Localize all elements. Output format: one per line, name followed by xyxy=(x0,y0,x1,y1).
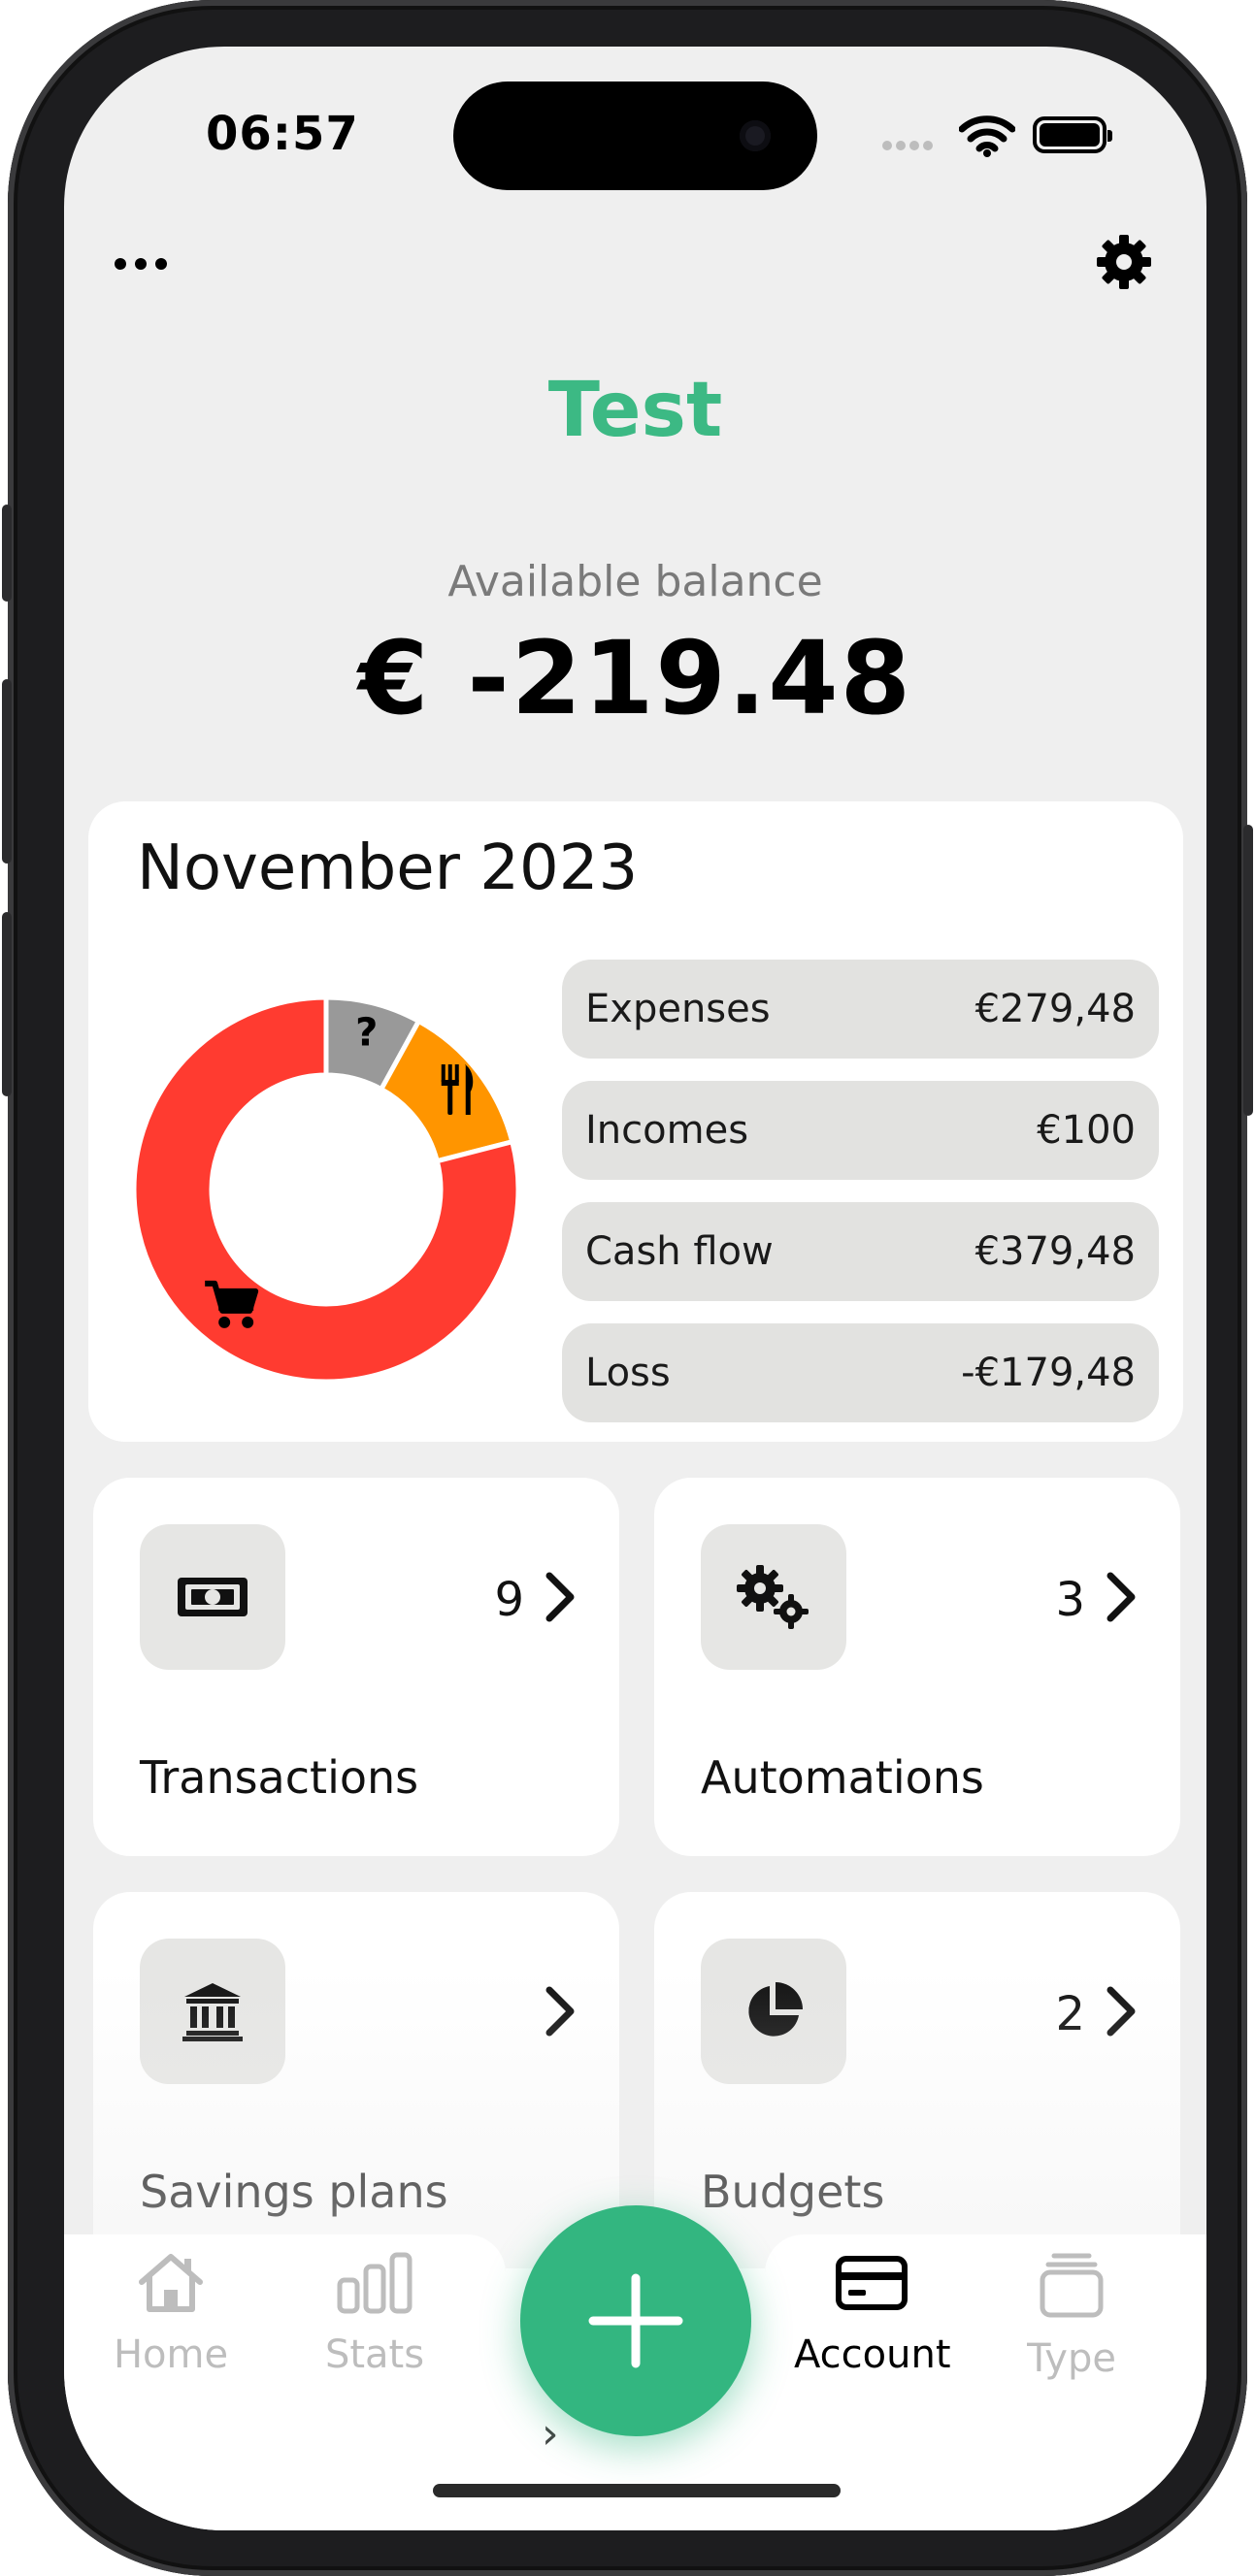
stat-row-incomes[interactable]: Incomes €100 xyxy=(562,1081,1159,1180)
stat-value: €100 xyxy=(1037,1108,1136,1153)
battery-icon xyxy=(1033,116,1112,153)
automations-label: Automations xyxy=(701,1751,984,1804)
status-time: 06:57 xyxy=(206,107,359,161)
category-donut-chart[interactable]: ? xyxy=(132,995,520,1384)
balance-value: € -219.48 xyxy=(357,619,913,737)
monthly-summary-card[interactable]: November 2023 ? Expenses €279,48 Incomes… xyxy=(88,801,1183,1442)
chevron-right-icon xyxy=(1106,1572,1136,1622)
tab-home-label: Home xyxy=(113,2332,229,2377)
stat-label: Expenses xyxy=(585,987,771,1031)
camera-icon xyxy=(740,120,771,151)
plus-icon xyxy=(588,2273,683,2368)
transactions-tile[interactable]: 9 Transactions xyxy=(93,1478,619,1856)
wifi-icon xyxy=(959,115,1015,157)
stat-value: €379,48 xyxy=(974,1229,1136,1274)
chevron-right-icon xyxy=(545,1986,575,2037)
tab-type-label: Type xyxy=(1027,2336,1116,2381)
action-button xyxy=(2,505,12,602)
home-icon xyxy=(139,2254,203,2312)
stat-label: Incomes xyxy=(585,1108,749,1153)
stat-row-expenses[interactable]: Expenses €279,48 xyxy=(562,960,1159,1059)
question-mark-icon: ? xyxy=(355,1010,378,1055)
balance-label: Available balance xyxy=(447,557,823,606)
account-title: Test xyxy=(547,367,723,454)
home-indicator xyxy=(433,2484,841,2497)
more-options-icon[interactable] xyxy=(115,255,176,274)
bar-chart-icon xyxy=(337,2252,413,2314)
tab-type[interactable]: Type xyxy=(994,2251,1149,2381)
credit-card-icon xyxy=(836,2256,908,2310)
stat-label: Cash flow xyxy=(585,1229,774,1274)
stat-row-loss[interactable]: Loss -€179,48 xyxy=(562,1323,1159,1422)
tab-home[interactable]: Home xyxy=(93,2251,248,2377)
automations-tile[interactable]: 3 Automations xyxy=(654,1478,1180,1856)
volume-up-button xyxy=(2,679,12,864)
chevron-right-icon: › xyxy=(542,2409,559,2459)
chevron-right-icon xyxy=(1106,1986,1136,2037)
tab-stats-label: Stats xyxy=(324,2332,425,2377)
stack-icon xyxy=(1040,2253,1104,2318)
budgets-label: Budgets xyxy=(701,2166,885,2218)
cellular-signal-icon xyxy=(882,136,937,154)
automations-count: 3 xyxy=(1055,1573,1085,1627)
power-button xyxy=(1243,825,1253,1116)
volume-down-button xyxy=(2,912,12,1096)
pie-chart-icon xyxy=(701,1939,846,2084)
stat-value: -€179,48 xyxy=(961,1351,1136,1395)
tab-account-label: Account xyxy=(794,2332,951,2377)
budgets-tile[interactable]: 2 Budgets xyxy=(654,1892,1180,2270)
stats-list: Expenses €279,48 Incomes €100 Cash flow … xyxy=(562,960,1159,1445)
month-title: November 2023 xyxy=(137,832,639,904)
settings-gear-icon[interactable] xyxy=(1095,233,1153,291)
transactions-count: 9 xyxy=(494,1573,524,1627)
phone-frame: 06:57 Test Available balance € -219.48 N… xyxy=(2,0,1253,2576)
stat-value: €279,48 xyxy=(974,987,1136,1031)
bank-icon xyxy=(140,1939,285,2084)
banknote-icon xyxy=(140,1524,285,1670)
svg-text:?: ? xyxy=(355,1010,378,1055)
budgets-count: 2 xyxy=(1055,1987,1085,2041)
chevron-right-icon xyxy=(545,1572,575,1622)
app-screen: 06:57 Test Available balance € -219.48 N… xyxy=(64,47,1206,2530)
transactions-label: Transactions xyxy=(140,1751,419,1804)
dynamic-island xyxy=(453,82,817,190)
savings-plans-tile[interactable]: Savings plans xyxy=(93,1892,619,2270)
add-button[interactable] xyxy=(520,2205,751,2436)
tab-stats[interactable]: Stats xyxy=(297,2251,452,2377)
savings-plans-label: Savings plans xyxy=(140,2166,448,2218)
gears-icon xyxy=(701,1524,846,1670)
tab-account[interactable]: Account xyxy=(794,2251,951,2377)
stat-label: Loss xyxy=(585,1351,671,1395)
stat-row-cash-flow[interactable]: Cash flow €379,48 xyxy=(562,1202,1159,1301)
